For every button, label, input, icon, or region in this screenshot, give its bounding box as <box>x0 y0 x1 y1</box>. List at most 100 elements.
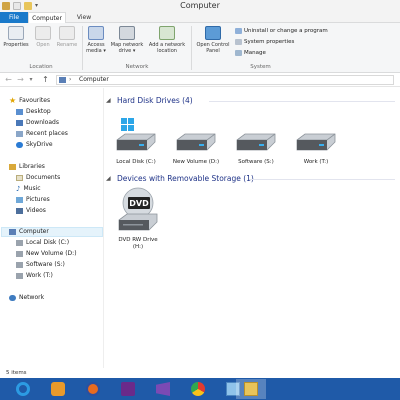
properties-icon <box>8 26 24 40</box>
ribbon-tabs: File Computer View <box>0 12 400 24</box>
drive-icon <box>16 261 23 268</box>
ribbon-separator <box>191 26 192 70</box>
map-network-drive-button[interactable]: Map network drive ▾ <box>108 26 146 54</box>
back-arrow-icon[interactable]: ← <box>4 75 13 84</box>
address-bar[interactable]: › Computer <box>56 75 394 85</box>
map-network-drive-icon <box>119 26 135 40</box>
taskbar-puzzle-app[interactable] <box>43 379 73 399</box>
nav-libraries[interactable]: Libraries <box>9 162 45 172</box>
open-button[interactable]: Open <box>32 26 54 48</box>
libraries-icon <box>9 163 16 170</box>
group-divider <box>249 179 395 180</box>
music-icon: ♪ <box>16 184 21 193</box>
rename-icon <box>59 26 75 40</box>
collapse-chevron-icon[interactable]: ◢ <box>106 97 111 104</box>
skydrive-icon <box>16 141 23 148</box>
drive-icon <box>16 272 23 279</box>
nav-item-work-t[interactable]: Work (T:) <box>16 271 53 281</box>
ribbon: Properties Open Rename Location Access m… <box>0 23 400 73</box>
taskbar-internet-explorer[interactable] <box>8 379 38 399</box>
drive-local-disk-c[interactable]: Local Disk (C:) <box>107 116 165 166</box>
puzzle-app-icon <box>51 382 65 396</box>
taskbar-chrome[interactable] <box>183 379 213 399</box>
pictures-icon <box>16 196 23 203</box>
taskbar-firefox[interactable] <box>78 379 108 399</box>
rename-button[interactable]: Rename <box>55 26 79 48</box>
nav-computer[interactable]: Computer <box>9 227 49 237</box>
recent-locations-icon[interactable]: ▾ <box>28 75 34 84</box>
group-label-location: Location <box>29 64 53 70</box>
computer-icon <box>9 228 16 235</box>
group-label-system: System <box>250 64 271 70</box>
status-bar: 5 items <box>6 370 27 376</box>
forward-arrow-icon[interactable]: → <box>16 75 25 84</box>
group-heading-removable-storage[interactable]: Devices with Removable Storage (1) <box>117 174 254 183</box>
taskbar-visual-studio[interactable] <box>148 379 178 399</box>
group-heading-hard-disk-drives[interactable]: Hard Disk Drives (4) <box>117 96 193 105</box>
nav-item-documents[interactable]: Documents <box>16 173 60 183</box>
drive-icon <box>16 250 23 257</box>
nav-item-pictures[interactable]: Pictures <box>16 195 50 205</box>
dvd-logo-text: DVD <box>129 199 149 208</box>
uninstall-program-button[interactable]: Uninstall or change a program <box>235 27 328 35</box>
access-media-button[interactable]: Access media ▾ <box>84 26 108 54</box>
properties-button[interactable]: Properties <box>3 26 29 48</box>
drive-icon <box>236 133 276 151</box>
window-title: Computer <box>180 1 220 10</box>
nav-network[interactable]: Network <box>9 293 44 303</box>
game-app-icon <box>121 382 135 396</box>
desktop-icon <box>16 108 23 115</box>
drive-software-s[interactable]: Software (S:) <box>227 116 285 166</box>
computer-icon <box>59 77 66 83</box>
access-media-icon <box>88 26 104 40</box>
system-properties-icon <box>235 38 242 45</box>
drive-icon <box>16 239 23 246</box>
firefox-icon <box>86 382 100 396</box>
drive-work-t[interactable]: Work (T:) <box>287 116 345 166</box>
taskbar-game-app[interactable] <box>113 379 143 399</box>
documents-icon <box>16 174 23 181</box>
uninstall-icon <box>235 27 242 34</box>
open-icon <box>35 26 51 40</box>
control-panel-icon <box>205 26 221 40</box>
drive-new-volume-d[interactable]: New Volume (D:) <box>167 116 225 166</box>
chrome-icon <box>191 382 205 396</box>
network-icon <box>9 294 16 301</box>
collapse-chevron-icon[interactable]: ◢ <box>106 175 111 182</box>
file-explorer-icon <box>244 382 258 396</box>
taskbar-file-explorer[interactable] <box>236 379 266 399</box>
add-network-location-button[interactable]: Add a network location <box>146 26 188 54</box>
nav-item-videos[interactable]: Videos <box>16 206 46 216</box>
tab-file[interactable]: File <box>0 12 28 23</box>
nav-item-skydrive[interactable]: SkyDrive <box>16 140 53 150</box>
title-bar: ▾ Computer <box>0 0 400 12</box>
star-icon: ★ <box>9 95 17 105</box>
nav-item-downloads[interactable]: Downloads <box>16 118 59 128</box>
videos-icon <box>16 207 23 214</box>
drive-icon <box>296 133 336 151</box>
drive-icon <box>176 133 216 151</box>
taskbar <box>0 378 400 400</box>
nav-item-software-s[interactable]: Software (S:) <box>16 260 65 270</box>
drive-dvd-rw-h[interactable]: DVD DVD RW Drive (H:) <box>109 186 167 251</box>
open-control-panel-button[interactable]: Open Control Panel <box>193 26 233 54</box>
tab-view[interactable]: View <box>70 12 98 23</box>
nav-favourites[interactable]: ★ Favourites <box>9 96 50 106</box>
system-properties-button[interactable]: System properties <box>235 38 294 46</box>
internet-explorer-icon <box>16 382 30 396</box>
nav-item-recent-places[interactable]: Recent places <box>16 129 68 139</box>
group-divider <box>209 101 395 102</box>
nav-item-music[interactable]: ♪ Music <box>16 184 41 194</box>
up-arrow-icon[interactable]: ↑ <box>41 75 50 84</box>
add-network-location-icon <box>159 26 175 40</box>
nav-item-local-disk-c[interactable]: Local Disk (C:) <box>16 238 69 248</box>
explorer-window: ▾ Computer File Computer View Properties… <box>0 0 400 378</box>
content-pane: ◢ Hard Disk Drives (4) Local Disk (C:) N… <box>105 88 400 368</box>
nav-item-desktop[interactable]: Desktop <box>16 107 51 117</box>
nav-item-new-volume-d[interactable]: New Volume (D:) <box>16 249 77 259</box>
manage-icon <box>235 49 242 56</box>
group-label-network: Network <box>125 64 149 70</box>
navigation-pane: ★ Favourites Desktop Downloads Recent pla… <box>0 88 104 368</box>
address-row: ← → ▾ ↑ › Computer <box>0 73 400 87</box>
manage-button[interactable]: Manage <box>235 49 266 57</box>
